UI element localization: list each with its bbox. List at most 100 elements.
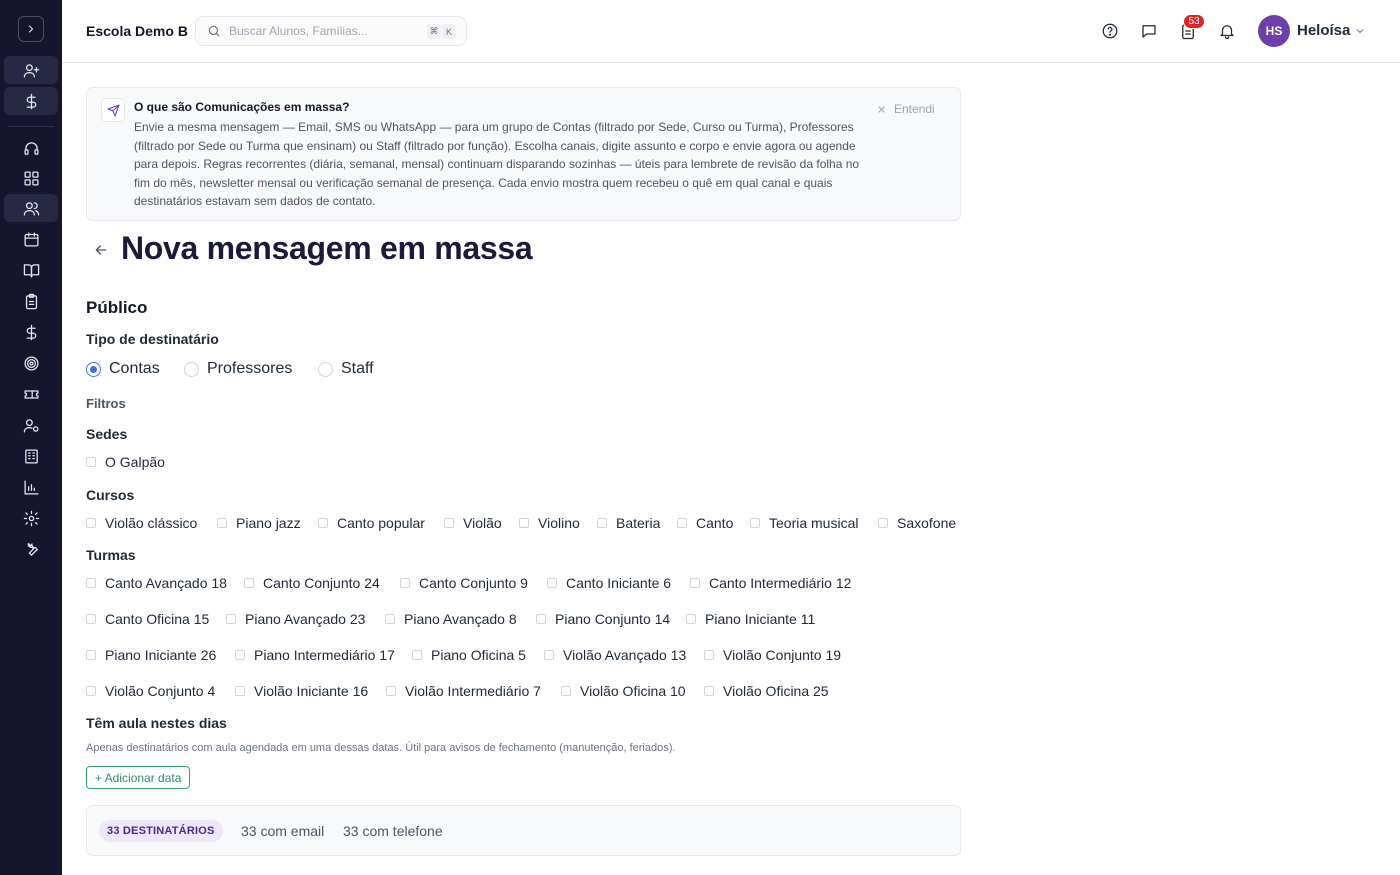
- bar-chart-icon: [23, 479, 39, 495]
- help-button[interactable]: [1099, 20, 1121, 42]
- sidebar-item-tools[interactable]: [4, 535, 58, 563]
- checkbox-box: [544, 650, 554, 660]
- checkbox-box: [318, 518, 328, 528]
- checkbox-sede[interactable]: O Galpão: [86, 454, 165, 470]
- checkbox-label: Violão Iniciante 16: [254, 683, 369, 699]
- radio-contas[interactable]: Contas: [86, 360, 160, 378]
- checkbox-turma[interactable]: Violão Oficina 10: [561, 683, 686, 699]
- checkbox-label: Violão Oficina 10: [580, 683, 686, 699]
- checkbox-box: [750, 518, 760, 528]
- book-icon: [23, 263, 39, 278]
- notifications-button[interactable]: [1216, 20, 1238, 42]
- checkbox-turma[interactable]: Canto Conjunto 9: [400, 575, 528, 591]
- sidebar-item-locations[interactable]: [4, 442, 58, 470]
- sidebar-item-tickets[interactable]: [4, 380, 58, 408]
- ticket-icon: [23, 389, 39, 399]
- search-input[interactable]: [229, 24, 419, 38]
- sidebar-toggle-button[interactable]: [18, 16, 44, 42]
- sidebar-item-calendar[interactable]: [4, 225, 58, 253]
- checkbox-turma[interactable]: Piano Conjunto 14: [536, 611, 670, 627]
- checkbox-curso[interactable]: Canto popular: [318, 515, 425, 531]
- checkbox-box: [235, 650, 245, 660]
- checkbox-box: [86, 457, 96, 467]
- checkbox-turma[interactable]: Canto Iniciante 6: [547, 575, 671, 591]
- checkbox-turma[interactable]: Canto Oficina 15: [86, 611, 209, 627]
- back-button[interactable]: [92, 241, 110, 259]
- checkbox-label: O Galpão: [105, 454, 165, 470]
- checkbox-label: Canto Oficina 15: [105, 611, 210, 627]
- checkbox-box: [690, 578, 700, 588]
- checkbox-curso[interactable]: Violão: [444, 515, 502, 531]
- sidebar-item-billing[interactable]: [4, 87, 58, 115]
- checkbox-box: [878, 518, 888, 528]
- checkbox-turma[interactable]: Piano Iniciante 11: [686, 611, 815, 627]
- chevron-down-icon[interactable]: [1354, 25, 1366, 37]
- checkbox-turma[interactable]: Violão Intermediário 7: [386, 683, 541, 699]
- checkbox-turma[interactable]: Canto Intermediário 12: [690, 575, 851, 591]
- search-box[interactable]: ⌘ K: [195, 16, 467, 46]
- checkbox-curso[interactable]: Piano jazz: [217, 515, 301, 531]
- dismiss-button[interactable]: Entendi: [877, 102, 935, 116]
- sidebar-item-attendance[interactable]: [4, 287, 58, 315]
- turmas-label: Turmas: [86, 547, 136, 563]
- checkbox-label: Canto Intermediário 12: [709, 575, 852, 591]
- checkbox-curso[interactable]: Canto: [677, 515, 733, 531]
- info-body: Envie a mesma mensagem — Email, SMS ou W…: [134, 120, 860, 208]
- sidebar-item-goals[interactable]: [4, 349, 58, 377]
- sidebar-divider: [8, 126, 54, 127]
- avatar[interactable]: HS: [1258, 15, 1290, 47]
- add-date-button[interactable]: + Adicionar data: [86, 766, 191, 789]
- school-name: Escola Demo B: [86, 23, 188, 39]
- radio-professores[interactable]: Professores: [184, 360, 292, 378]
- checkbox-curso[interactable]: Teoria musical: [750, 515, 858, 531]
- sidebar-item-add-user[interactable]: [4, 56, 58, 84]
- info-banner: O que são Comunicações em massa? Envie a…: [86, 87, 961, 221]
- checkbox-curso[interactable]: Violino: [519, 515, 580, 531]
- checkbox-turma[interactable]: Piano Iniciante 26: [86, 647, 216, 663]
- sidebar-item-finance[interactable]: [4, 318, 58, 346]
- messages-button[interactable]: [1138, 20, 1160, 42]
- checkbox-label: Piano Conjunto 14: [555, 611, 671, 627]
- checkbox-turma[interactable]: Violão Conjunto 19: [704, 647, 841, 663]
- checkbox-label: Violão Conjunto 19: [723, 647, 842, 663]
- checkbox-curso[interactable]: Saxofone: [878, 515, 956, 531]
- checkbox-label: Canto popular: [337, 515, 425, 531]
- users-icon: [23, 201, 39, 216]
- user-name[interactable]: Heloísa: [1297, 22, 1350, 39]
- checkbox-turma[interactable]: Canto Conjunto 24: [244, 575, 380, 591]
- close-icon: [878, 105, 885, 113]
- chat-icon: [1142, 25, 1156, 38]
- checkbox-box: [677, 518, 687, 528]
- sidebar-item-people[interactable]: [4, 194, 58, 222]
- checkbox-turma[interactable]: Piano Avançado 8: [385, 611, 517, 627]
- checkbox-turma[interactable]: Canto Avançado 18: [86, 575, 227, 591]
- headset-icon: [23, 141, 39, 155]
- checkbox-label: Saxofone: [897, 515, 957, 531]
- sidebar-item-courses[interactable]: [4, 256, 58, 284]
- checkbox-turma[interactable]: Violão Iniciante 16: [235, 683, 368, 699]
- checkbox-label: Piano Avançado 8: [404, 611, 517, 627]
- checkbox-turma[interactable]: Violão Oficina 25: [704, 683, 829, 699]
- phone-count: 33 com telefone: [343, 823, 443, 839]
- checkbox-turma[interactable]: Piano Avançado 23: [226, 611, 365, 627]
- checkbox-box: [561, 686, 571, 696]
- radio-label: Contas: [109, 360, 160, 377]
- checkbox-turma[interactable]: Violão Conjunto 4: [86, 683, 215, 699]
- checkbox-label: Violão Intermediário 7: [405, 683, 541, 699]
- sidebar-item-dashboard[interactable]: [4, 164, 58, 192]
- radio-staff[interactable]: Staff: [318, 360, 374, 378]
- filters-label: Filtros: [86, 396, 126, 411]
- checkbox-box: [686, 614, 696, 624]
- sidebar-item-settings[interactable]: [4, 504, 58, 532]
- days-hint: Apenas destinatários com aula agendada e…: [86, 742, 676, 754]
- checkbox-curso[interactable]: Violão clássico: [86, 515, 197, 531]
- sidebar-item-staff[interactable]: [4, 411, 58, 439]
- checkbox-turma[interactable]: Piano Oficina 5: [412, 647, 526, 663]
- checkbox-turma[interactable]: Piano Intermediário 17: [235, 647, 395, 663]
- calendar-icon: [23, 231, 39, 247]
- checkbox-curso[interactable]: Bateria: [597, 515, 660, 531]
- sidebar-item-support[interactable]: [4, 134, 58, 162]
- sidebar-item-reports[interactable]: [4, 473, 58, 501]
- checkbox-turma[interactable]: Violão Avançado 13: [544, 647, 686, 663]
- checkbox-box: [519, 518, 529, 528]
